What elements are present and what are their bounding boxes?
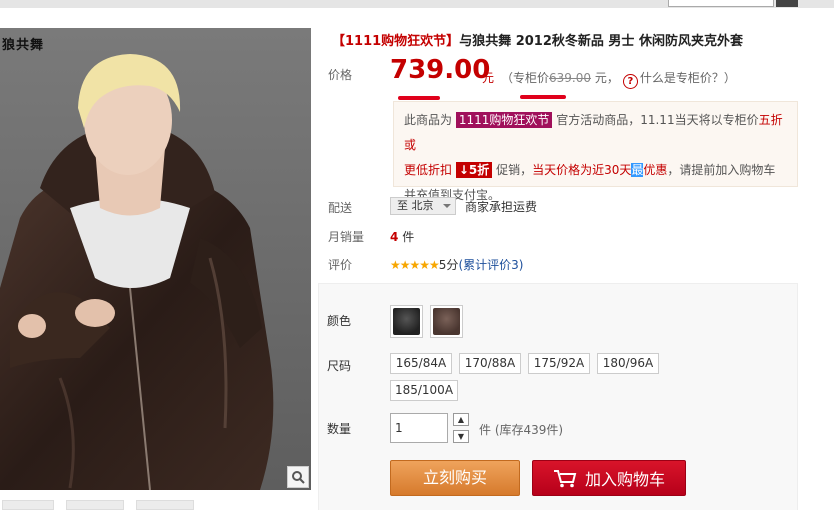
promo-highlight: 当天价格为近30天 xyxy=(532,163,632,177)
size-label: 尺码 xyxy=(327,359,352,373)
jacket-thumb-icon xyxy=(433,308,460,335)
quantity-input[interactable]: 1 xyxy=(390,413,448,443)
discount-badge: ↓5折 xyxy=(455,162,493,178)
product-title: 【1111购物狂欢节】与狼共舞 2012秋冬新品 男士 休闲防风夹克外套 xyxy=(332,30,743,49)
search-input[interactable] xyxy=(668,0,774,7)
chevron-up-icon: ▲ xyxy=(457,415,465,424)
ref-price-value: 639.00 xyxy=(549,71,592,85)
jacket-thumb-icon xyxy=(393,308,420,335)
add-to-cart-label: 加入购物车 xyxy=(584,470,665,489)
color-swatch-black[interactable] xyxy=(390,305,423,338)
brand-logo: 狼共舞 xyxy=(2,38,45,53)
sales-unit: 件 xyxy=(402,230,415,244)
promo-highlight: 优惠 xyxy=(643,163,668,177)
event-badge[interactable]: 1111购物狂欢节 xyxy=(455,112,553,128)
title-text: 与狼共舞 2012秋冬新品 男士 休闲防风夹克外套 xyxy=(459,34,743,49)
shipping-destination: 至 北京 xyxy=(397,199,434,212)
price-value: 739.00 xyxy=(390,55,491,85)
size-option[interactable]: 170/88A xyxy=(459,353,521,374)
size-option[interactable]: 180/96A xyxy=(597,353,659,374)
search-button[interactable] xyxy=(776,0,798,7)
thumbnail-strip xyxy=(0,500,194,510)
shopping-cart-icon xyxy=(553,470,577,488)
product-main-image: 狼共舞 xyxy=(0,28,311,490)
top-nav-bar xyxy=(0,0,834,8)
quantity-label: 数量 xyxy=(327,422,352,436)
ref-price-help-link[interactable]: 什么是专柜价？） xyxy=(640,71,736,85)
stock-info: 件 (库存439件) xyxy=(479,423,564,437)
quantity-decrease-button[interactable]: ▼ xyxy=(453,430,469,443)
buy-now-button[interactable]: 立刻购买 xyxy=(390,460,520,496)
review-count-link[interactable]: (累计评价3) xyxy=(458,258,523,272)
reference-price: （专柜价639.00 元，? 什么是专柜价？） xyxy=(501,69,736,89)
size-option[interactable]: 185/100A xyxy=(390,380,458,401)
price-label: 价格 xyxy=(328,68,353,82)
sales-count: 4 xyxy=(390,230,399,244)
shipping-destination-select[interactable]: 至 北京 xyxy=(390,197,456,215)
color-label: 颜色 xyxy=(327,314,352,328)
shipping-label: 配送 xyxy=(328,201,353,215)
promo-notice: 此商品为 1111购物狂欢节 官方活动商品，11.11当天将以专柜价五折或 更低… xyxy=(393,101,798,202)
promo-text: 此商品为 xyxy=(404,113,453,127)
monthly-sales: 4 件 xyxy=(390,228,414,245)
monthly-sales-label: 月销量 xyxy=(328,230,365,244)
promo-text: 官方活动商品，11.11当天将以专柜价 xyxy=(556,113,759,127)
chevron-down-icon xyxy=(443,204,451,208)
price-unit: 元 xyxy=(482,71,495,85)
ref-price-prefix: （专柜价 xyxy=(501,71,550,85)
promo-highlight: 更低折扣 xyxy=(404,163,453,177)
thumbnail-1[interactable] xyxy=(2,500,54,510)
magnifier-icon xyxy=(292,471,305,484)
red-underline-mark xyxy=(520,95,566,99)
title-event-tag[interactable]: 【1111购物狂欢节】 xyxy=(332,34,459,49)
thumbnail-2[interactable] xyxy=(66,500,124,510)
help-icon[interactable]: ? xyxy=(622,74,638,89)
quantity-increase-button[interactable]: ▲ xyxy=(453,413,469,426)
chevron-down-icon: ▼ xyxy=(457,432,465,441)
color-swatch-brown[interactable] xyxy=(430,305,463,338)
add-to-cart-button[interactable]: 加入购物车 xyxy=(532,460,686,496)
rating-label: 评价 xyxy=(328,258,353,272)
size-option[interactable]: 165/84A xyxy=(390,353,452,374)
star-rating-icon: ★★★★★ xyxy=(390,258,440,272)
rating-score: 5分 xyxy=(438,258,459,272)
thumbnail-3[interactable] xyxy=(136,500,194,510)
red-underline-mark xyxy=(398,96,440,100)
ref-price-suffix: 元， xyxy=(591,71,619,85)
zoom-button[interactable] xyxy=(287,466,309,488)
shipping-note: 商家承担运费 xyxy=(465,200,538,214)
rating: ★★★★★5分(累计评价3) xyxy=(390,256,523,273)
promo-text: 促销， xyxy=(496,163,533,177)
size-option[interactable]: 175/92A xyxy=(528,353,590,374)
model-photo xyxy=(0,28,311,490)
purchase-options: 颜色 尺码 165/84A 170/88A 175/92A 180/96A 18… xyxy=(318,283,798,510)
selected-text: 最 xyxy=(631,163,644,177)
